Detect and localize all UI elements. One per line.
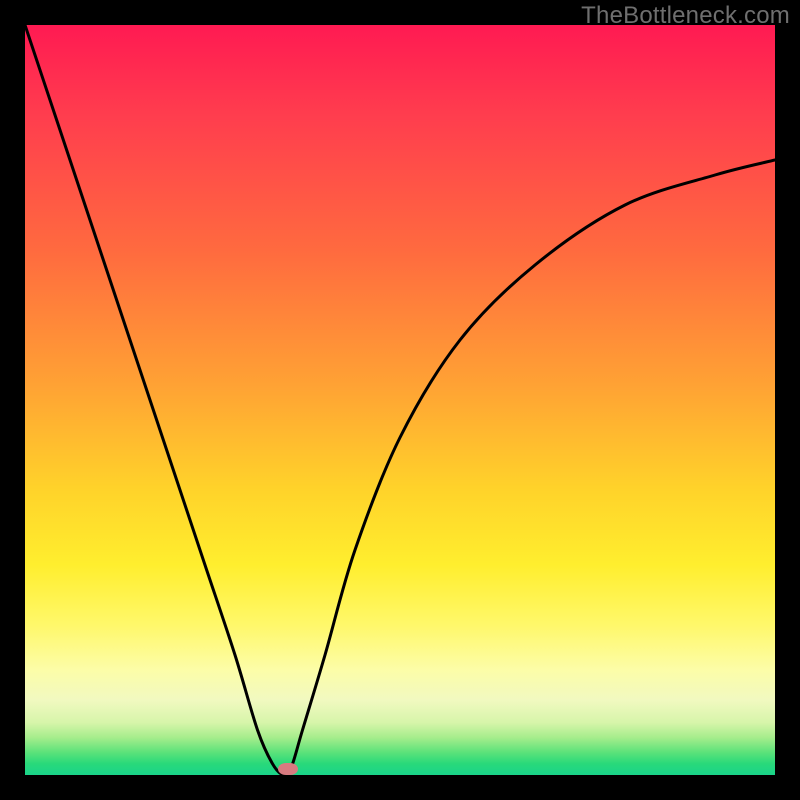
- plot-area: [25, 25, 775, 775]
- watermark-text: TheBottleneck.com: [581, 2, 790, 30]
- optimal-point-marker: [278, 763, 298, 775]
- bottleneck-curve: [25, 25, 775, 775]
- chart-frame: TheBottleneck.com: [0, 0, 800, 800]
